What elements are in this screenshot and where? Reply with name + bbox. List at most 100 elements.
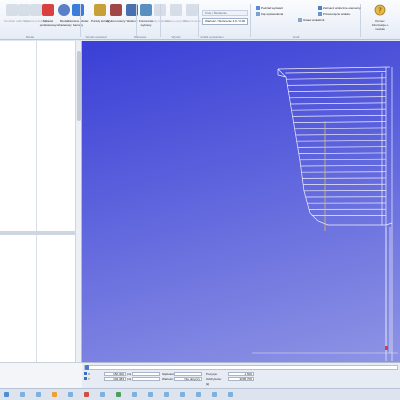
x-extra-field[interactable] [132, 372, 160, 376]
taskbar-app-icon[interactable] [68, 392, 73, 397]
ribbon-group-label: Tekstowe [133, 35, 147, 39]
station-line [294, 127, 387, 130]
cube-icon [72, 4, 84, 16]
ribbon-button-5[interactable]: Zarówno Model bazowy [66, 3, 90, 35]
ribbon-toolbar: Rozkład osi Uchwyt Zmiana przekroju Szkiele… [0, 0, 400, 40]
station-line [285, 71, 387, 74]
set-pointer-item[interactable]: Ustaw wskaźnik [298, 18, 324, 23]
taskbar-app-icon[interactable] [212, 392, 217, 397]
taskbar-app-icon[interactable] [180, 392, 185, 397]
station-line [299, 158, 387, 161]
pointer-icon [298, 18, 302, 23]
help-button[interactable]: ? Pomoc Informacje o module [368, 3, 392, 35]
position-field[interactable]: 1.500 [228, 372, 254, 376]
support-marker [385, 346, 388, 350]
taskbar-app-icon[interactable] [116, 392, 121, 397]
taskbar [0, 388, 400, 400]
ribbon-group-label: Model [25, 35, 35, 39]
display-value-dropdown[interactable]: Wartość / Skrócenie 2.0 / 0.00 [202, 18, 248, 25]
station-line [296, 140, 387, 142]
svg-text:?: ? [378, 7, 382, 15]
station-line [293, 121, 387, 123]
y-value-field[interactable]: 106.383 [104, 377, 126, 381]
deviation-label: Odchylenie: [206, 377, 222, 381]
x-label: X [88, 372, 91, 376]
visible-icon [318, 6, 322, 11]
y-label: Y [88, 377, 91, 381]
panel-section-divider [0, 231, 76, 235]
ribbon-separator [160, 4, 161, 37]
station-line [291, 108, 387, 111]
angle-display-label: Kąt wyświetlenia [261, 12, 284, 16]
taskbar-app-icon[interactable] [148, 392, 153, 397]
y-extra-field[interactable] [132, 377, 160, 381]
ribbon-separator [136, 4, 137, 37]
taskbar-app-icon[interactable] [228, 392, 233, 397]
depth-field[interactable] [174, 372, 202, 376]
y-unit: [m] [127, 377, 132, 381]
station-line [300, 165, 387, 167]
taskbar-app-icon[interactable] [164, 392, 169, 397]
angle-icon [256, 12, 260, 17]
ribbon-button-label: Zarówno Model bazowy [67, 19, 89, 27]
k-label: [k] [206, 382, 210, 386]
deviation-field[interactable]: 3005.700 [228, 377, 254, 381]
step-tracking-header: Krok | Śledzenie [202, 10, 248, 16]
structure-model [252, 66, 398, 361]
taskbar-app-icon[interactable] [196, 392, 201, 397]
position-label: Pozycja: [206, 372, 218, 376]
taskbar-app-icon[interactable] [132, 392, 137, 397]
split-display-label: Podział wyświetl [261, 6, 283, 10]
ribbon-separator [250, 4, 251, 37]
ribbon-separator [198, 4, 199, 37]
select-visible-item[interactable]: Zaznacz widoczne elementy [318, 6, 361, 11]
station-line [301, 171, 387, 173]
ribbon-separator [80, 4, 81, 37]
start-icon[interactable] [4, 392, 9, 397]
angle-display-item[interactable]: Kąt wyświetlenia [256, 12, 283, 17]
station-line [298, 152, 387, 154]
ribbon-button-12[interactable]: Zakończenia [180, 3, 204, 35]
pan-icon [318, 12, 322, 17]
station-line [297, 146, 387, 148]
left-tree-panel[interactable] [0, 41, 82, 362]
model-viewport[interactable] [82, 41, 400, 362]
value-field[interactable]: Nie dotyczy [174, 377, 202, 381]
x-value-field[interactable]: 150.300 [104, 372, 126, 376]
results-bar: X 150.300 [m] Głębokość: Pozycja: 1.500 … [82, 362, 400, 388]
help-icon: ? [374, 4, 386, 16]
station-line [290, 102, 387, 105]
split-icon [256, 6, 260, 11]
ribbon-group-label: Wyniki [171, 35, 181, 39]
panel-scrollbar[interactable] [75, 41, 81, 362]
ribbon-group-label: Grafi [292, 35, 300, 39]
ribbon-group-label: Wyniki wyświetl [85, 35, 107, 39]
ribbon-button-label: Zakończenia [183, 19, 201, 23]
left-status-area [0, 362, 82, 388]
hull-top-edge [277, 66, 391, 70]
panel-scroll-thumb[interactable] [77, 51, 81, 121]
step-slider-knob[interactable] [85, 365, 89, 370]
taskbar-app-icon[interactable] [52, 392, 57, 397]
station-line [289, 96, 387, 99]
set-pointer-label: Ustaw wskaźnik [303, 18, 325, 22]
ribbon-group-label: Grafik wyświetlen [200, 35, 224, 39]
panel-column-divider [36, 41, 37, 362]
x-unit: [m] [127, 372, 132, 376]
station-line [295, 133, 387, 136]
station-line [288, 89, 387, 92]
end-icon [186, 4, 198, 16]
pan-view-label: Przesunięcie widoku [323, 12, 351, 16]
taskbar-app-icon[interactable] [84, 392, 89, 397]
pan-view-item[interactable]: Przesunięcie widoku [318, 12, 350, 17]
station-line [287, 83, 387, 86]
y-axis-icon [84, 377, 87, 380]
taskbar-app-icon[interactable] [20, 392, 25, 397]
station-line [292, 115, 387, 117]
step-slider[interactable] [84, 365, 398, 370]
help-label: Pomoc Informacje o module [371, 19, 389, 31]
taskbar-app-icon[interactable] [100, 392, 105, 397]
select-visible-label: Zaznacz widoczne elementy [323, 6, 361, 10]
taskbar-app-icon[interactable] [36, 392, 41, 397]
split-display-item[interactable]: Podział wyświetl [256, 6, 283, 11]
